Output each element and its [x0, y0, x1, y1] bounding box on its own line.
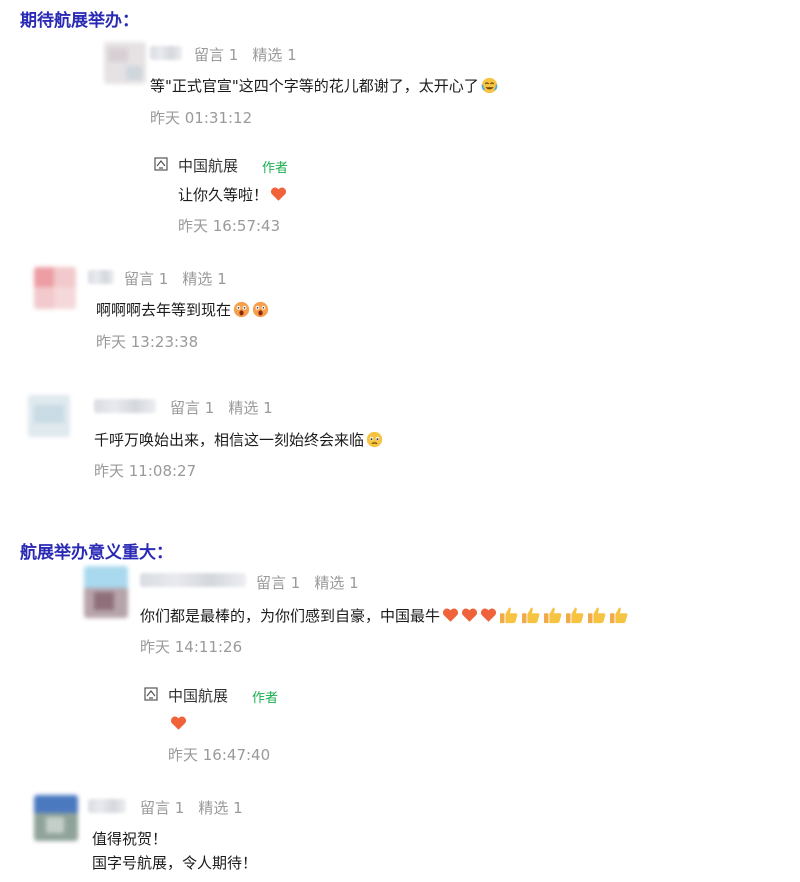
featured-count: 精选 1 [314, 574, 359, 592]
comment-time: 昨天 13:23:38 [96, 333, 199, 351]
comment-time: 昨天 01:31:12 [150, 109, 253, 127]
reply-count[interactable]: 留言 1 [170, 399, 214, 417]
comment-text-content: 啊啊啊去年等到现在 [96, 301, 232, 319]
commenter-name-blurred [88, 799, 126, 813]
comment-meta: 留言 1 精选 1 [256, 572, 373, 593]
commenter-name-blurred [94, 399, 156, 413]
featured-count: 精选 1 [198, 799, 243, 817]
heart-icon [442, 608, 459, 622]
commenter-name-blurred [140, 573, 246, 587]
section-title-expectation: 期待航展举办： [20, 11, 139, 31]
comment-time: 昨天 11:08:27 [94, 462, 197, 480]
featured-count: 精选 1 [182, 270, 227, 288]
reply-text-content: 让你久等啦！ [178, 186, 269, 204]
heart-icon [461, 608, 478, 622]
comment-text: 啊啊啊去年等到现在 [96, 300, 269, 320]
comment-meta: 留言 1 精选 1 [140, 797, 257, 818]
comment-text-line2: 国字号航展，令人期待！ [92, 854, 258, 872]
commenter-name-blurred [88, 270, 114, 284]
reply-text [168, 714, 187, 734]
comment-text: 你们都是最棒的，为你们感到自豪，中国最牛 [140, 606, 629, 626]
thumbs-up-icon [610, 607, 628, 624]
author-name[interactable]: 中国航展 [168, 685, 228, 706]
heart-icon [170, 716, 187, 730]
author-logo-icon [144, 687, 158, 701]
thumbs-up-icon [588, 607, 606, 624]
reply-text: 让你久等啦！ [178, 185, 287, 205]
comment-time: 昨天 14:11:26 [140, 638, 243, 656]
thumbs-up-icon [500, 607, 518, 624]
avatar[interactable] [84, 566, 128, 618]
crying-laugh-emoji-icon [481, 77, 498, 94]
comment-text-content: 千呼万唤始出来，相信这一刻始终会来临 [94, 431, 365, 449]
comment-text-content: 你们都是最棒的，为你们感到自豪，中国最牛 [140, 607, 441, 625]
heart-icon [270, 187, 287, 201]
comment-meta: 留言 1 精选 1 [194, 44, 311, 65]
heart-icon [480, 608, 497, 622]
author-name[interactable]: 中国航展 [178, 155, 238, 176]
featured-count: 精选 1 [228, 399, 273, 417]
teary-emoji-icon [366, 431, 383, 448]
thumbs-up-icon [544, 607, 562, 624]
reply-time: 昨天 16:47:40 [168, 746, 271, 764]
reply-count[interactable]: 留言 1 [140, 799, 184, 817]
comment-text: 等"正式官宣"这四个字等的花儿都谢了，太开心了 [150, 76, 498, 96]
avatar[interactable] [28, 395, 70, 437]
comment-meta: 留言 1 精选 1 [170, 397, 287, 418]
comment-meta: 留言 1 精选 1 [124, 268, 241, 289]
thumbs-up-icon [522, 607, 540, 624]
reply-count[interactable]: 留言 1 [124, 270, 168, 288]
comment-text-line1: 值得祝贺！ [92, 830, 168, 848]
avatar[interactable] [104, 42, 146, 84]
shocked-emoji-icon [252, 301, 269, 318]
author-badge: 作者 [262, 161, 289, 176]
section-title-significance: 航展举办意义重大： [20, 543, 173, 563]
author-logo-icon [154, 157, 168, 171]
featured-count: 精选 1 [252, 46, 297, 64]
author-badge: 作者 [252, 691, 279, 706]
comment-text: 千呼万唤始出来，相信这一刻始终会来临 [94, 430, 383, 450]
reply-count[interactable]: 留言 1 [256, 574, 300, 592]
thumbs-up-icon [566, 607, 584, 624]
reply-count[interactable]: 留言 1 [194, 46, 238, 64]
avatar[interactable] [34, 795, 78, 841]
comment-text-content: 等"正式官宣"这四个字等的花儿都谢了，太开心了 [150, 77, 479, 95]
shocked-emoji-icon [233, 301, 250, 318]
reply-time: 昨天 16:57:43 [178, 217, 281, 235]
commenter-name-blurred [150, 46, 182, 60]
avatar[interactable] [34, 267, 76, 309]
